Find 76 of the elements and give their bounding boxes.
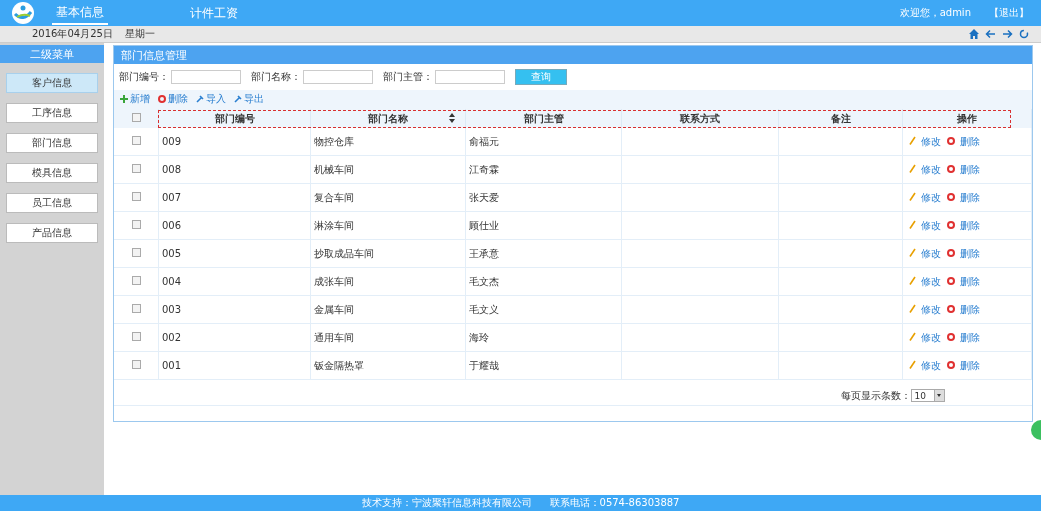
- table-cell: 抄取成品车间: [310, 239, 466, 268]
- table-cell: 江奇霖: [465, 155, 622, 184]
- table-cell: 金属车间: [310, 295, 466, 324]
- table-cell: 钣金隔热罩: [310, 351, 466, 380]
- column-header[interactable]: 备注: [778, 109, 903, 128]
- table-cell: 002: [158, 323, 311, 352]
- search-label: 部门主管：: [383, 70, 433, 84]
- nav-tab[interactable]: 基本信息: [52, 1, 108, 25]
- sidebar-item[interactable]: 模具信息: [6, 163, 98, 183]
- edit-link[interactable]: 修改: [921, 163, 942, 175]
- delete-link[interactable]: 删除: [960, 303, 981, 315]
- edit-link[interactable]: 修改: [921, 331, 942, 343]
- table-cell: 王承意: [465, 239, 622, 268]
- page-size-label: 每页显示条数：: [840, 388, 911, 403]
- sidebar-item[interactable]: 产品信息: [6, 223, 98, 243]
- edit-link[interactable]: 修改: [921, 303, 942, 315]
- page-size-dropdown[interactable]: 10: [910, 389, 945, 402]
- edit-link[interactable]: 修改: [921, 219, 942, 231]
- edit-link[interactable]: 修改: [921, 359, 942, 371]
- sidebar-item[interactable]: 工序信息: [6, 103, 98, 123]
- table-cell: 毛文义: [465, 295, 622, 324]
- panel-title: 部门信息管理: [114, 46, 1032, 64]
- delete-link[interactable]: 删除: [960, 135, 981, 147]
- date-text: 2016年04月25日: [32, 27, 113, 41]
- search-label: 部门名称：: [251, 70, 301, 84]
- edit-link[interactable]: 修改: [921, 191, 942, 203]
- table-cell: 顾仕业: [465, 211, 622, 240]
- toolbar-button[interactable]: 新增: [120, 91, 150, 106]
- phone-text: 联系电话：0574-86303887: [549, 496, 680, 510]
- delete-link[interactable]: 删除: [960, 275, 981, 287]
- delete-link[interactable]: 删除: [960, 359, 981, 371]
- column-header[interactable]: 部门编号: [158, 109, 311, 128]
- toolbar-button[interactable]: 导出: [234, 91, 264, 106]
- nav-tab[interactable]: 计件工资: [186, 2, 242, 24]
- table-cell: 006: [158, 211, 311, 240]
- table-cell: 机械车间: [310, 155, 466, 184]
- table-cell: 成张车间: [310, 267, 466, 296]
- welcome-text: 欢迎您，admin: [899, 6, 971, 20]
- delete-link[interactable]: 删除: [960, 191, 981, 203]
- toolbar-button[interactable]: 删除: [158, 91, 188, 106]
- search-label: 部门编号：: [119, 70, 169, 84]
- column-header[interactable]: 部门主管: [465, 109, 622, 128]
- table-cell: 004: [158, 267, 311, 296]
- delete-link[interactable]: 删除: [960, 247, 981, 259]
- table-cell: 物控仓库: [310, 128, 466, 156]
- table-cell: 俞福元: [465, 128, 622, 156]
- table-cell: 001: [158, 351, 311, 380]
- delete-link[interactable]: 删除: [960, 219, 981, 231]
- table-cell: 009: [158, 128, 311, 156]
- edit-link[interactable]: 修改: [921, 247, 942, 259]
- toolbar-button[interactable]: 导入: [196, 91, 226, 106]
- table-cell: 于耀哉: [465, 351, 622, 380]
- logout-link[interactable]: 【退出】: [989, 6, 1029, 20]
- sidebar-item[interactable]: 员工信息: [6, 193, 98, 213]
- table-cell: 008: [158, 155, 311, 184]
- edit-link[interactable]: 修改: [921, 135, 942, 147]
- support-text: 技术支持：宁波聚轩信息科技有限公司: [361, 496, 532, 510]
- sidebar-title: 二级菜单: [0, 45, 104, 63]
- table-cell: 005: [158, 239, 311, 268]
- delete-link[interactable]: 删除: [960, 331, 981, 343]
- table-cell: 复合车间: [310, 183, 466, 212]
- sidebar-item[interactable]: 客户信息: [6, 73, 98, 93]
- table-cell: 通用车间: [310, 323, 466, 352]
- table-cell: 003: [158, 295, 311, 324]
- table-cell: 淋涂车间: [310, 211, 466, 240]
- table-cell: 毛文杰: [465, 267, 622, 296]
- column-header[interactable]: 联系方式: [621, 109, 779, 128]
- table-cell: 张天爱: [465, 183, 622, 212]
- weekday-text: 星期一: [124, 27, 155, 41]
- edit-link[interactable]: 修改: [921, 275, 942, 287]
- table-cell: 007: [158, 183, 311, 212]
- sidebar-item[interactable]: 部门信息: [6, 133, 98, 153]
- table-cell: 海玲: [465, 323, 622, 352]
- column-header[interactable]: 部门名称: [310, 109, 466, 128]
- column-header[interactable]: 操作: [902, 109, 1032, 128]
- delete-link[interactable]: 删除: [960, 163, 981, 175]
